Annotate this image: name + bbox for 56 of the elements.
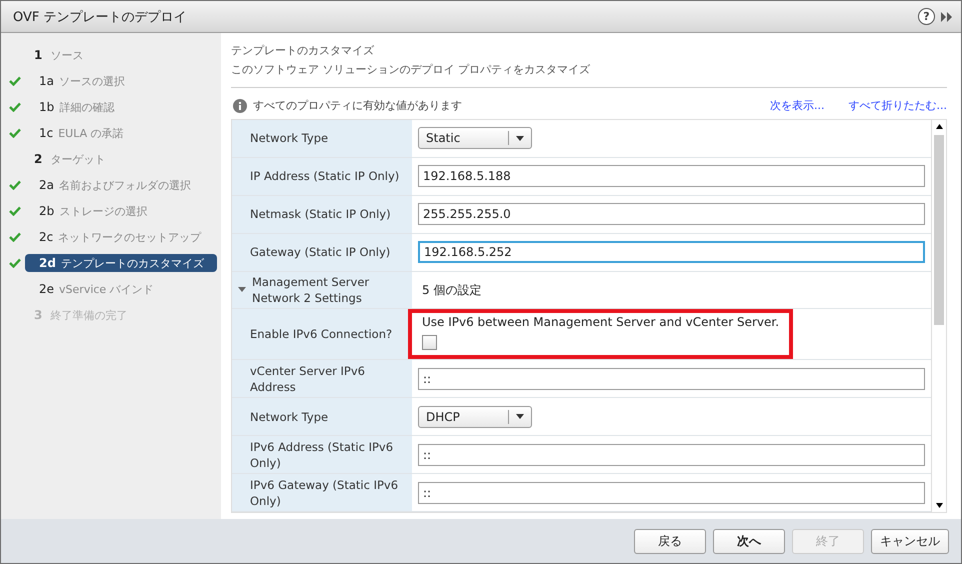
dropdown[interactable]: Static <box>418 127 532 150</box>
property-name: IP Address (Static IP Only) <box>249 168 400 184</box>
step-group: 3 終了準備の完了 <box>1 302 221 328</box>
step-item[interactable]: 1c EULA の承諾 <box>1 120 221 146</box>
dialog-button[interactable]: キャンセル <box>871 528 949 554</box>
help-button[interactable]: ? <box>918 8 935 25</box>
checkmark-icon <box>9 128 21 138</box>
text-field[interactable]: :: <box>418 482 925 504</box>
step-item[interactable]: 1b 詳細の確認 <box>1 94 221 120</box>
checkbox-description: Use IPv6 between Management Server and vCenter Server. <box>422 315 780 330</box>
step-group: 1 ソース <box>1 42 221 68</box>
checkmark-icon <box>9 76 21 86</box>
validation-message: すべてのプロパティに有効な値があります <box>253 98 463 113</box>
settings-count: 5 個の設定 <box>421 282 482 298</box>
link[interactable]: 次を表示... <box>770 98 824 113</box>
scrollbar[interactable] <box>931 120 946 512</box>
scroll-down-icon[interactable] <box>936 503 942 508</box>
page-title: テンプレートのカスタマイズ <box>231 43 375 59</box>
dropdown-arrow-icon <box>516 136 524 141</box>
step-group: 2 ターゲット <box>1 146 221 172</box>
checkmark-icon <box>9 102 21 112</box>
property-name: vCenter Server IPv6 Address <box>249 362 366 395</box>
page-subtitle: このソフトウェア ソリューションのデプロイ プロパティをカスタマイズ <box>231 62 591 78</box>
dialog-button[interactable]: 戻る <box>634 528 706 554</box>
property-name: Network Type <box>249 130 328 146</box>
property-name: Gateway (Static IP Only) <box>249 244 390 260</box>
text-field[interactable]: 192.168.5.188 <box>418 165 925 188</box>
link[interactable]: すべて折りたたむ... <box>848 98 947 113</box>
property-name: Netmask (Static IP Only) <box>249 206 391 222</box>
text-field[interactable]: 255.255.255.0 <box>418 203 925 226</box>
property-name: IPv6 Address (Static IPv6 Only) <box>249 438 394 471</box>
text-field[interactable]: :: <box>418 368 925 390</box>
step-item[interactable]: 2c ネットワークのセットアップ <box>1 224 221 250</box>
checkmark-icon <box>9 206 21 216</box>
step-item[interactable]: 2b ストレージの選択 <box>1 198 221 224</box>
expand-toggle-icon[interactable] <box>238 287 246 293</box>
property-name: Network Type <box>249 408 328 425</box>
dropdown-arrow-icon <box>516 414 524 420</box>
dialog-button[interactable]: 次へ <box>713 528 785 554</box>
double-arrow-icon[interactable] <box>941 12 953 22</box>
property-name: Enable IPv6 Connection? <box>249 326 392 342</box>
window-title: OVF テンプレートのデプロイ <box>13 8 188 26</box>
checkmark-icon <box>9 258 21 268</box>
text-field[interactable]: :: <box>418 444 925 466</box>
step-item[interactable]: 2a 名前およびフォルダの選択 <box>1 172 221 198</box>
text-field[interactable]: 192.168.5.252 <box>418 241 925 264</box>
checkmark-icon <box>9 180 21 190</box>
property-name: IPv6 Gateway (Static IPv6 Only) <box>249 476 400 509</box>
checkmark-icon <box>9 232 21 242</box>
scroll-up-icon[interactable] <box>936 124 942 129</box>
step-item[interactable]: 1a ソースの選択 <box>1 68 221 94</box>
step-item[interactable]: 2e vService バインド <box>1 276 221 302</box>
property-name: Management Server Network 2 Settings <box>252 274 370 306</box>
dropdown[interactable]: DHCP <box>418 406 532 428</box>
checkbox[interactable] <box>422 335 437 350</box>
info-icon <box>233 98 247 112</box>
